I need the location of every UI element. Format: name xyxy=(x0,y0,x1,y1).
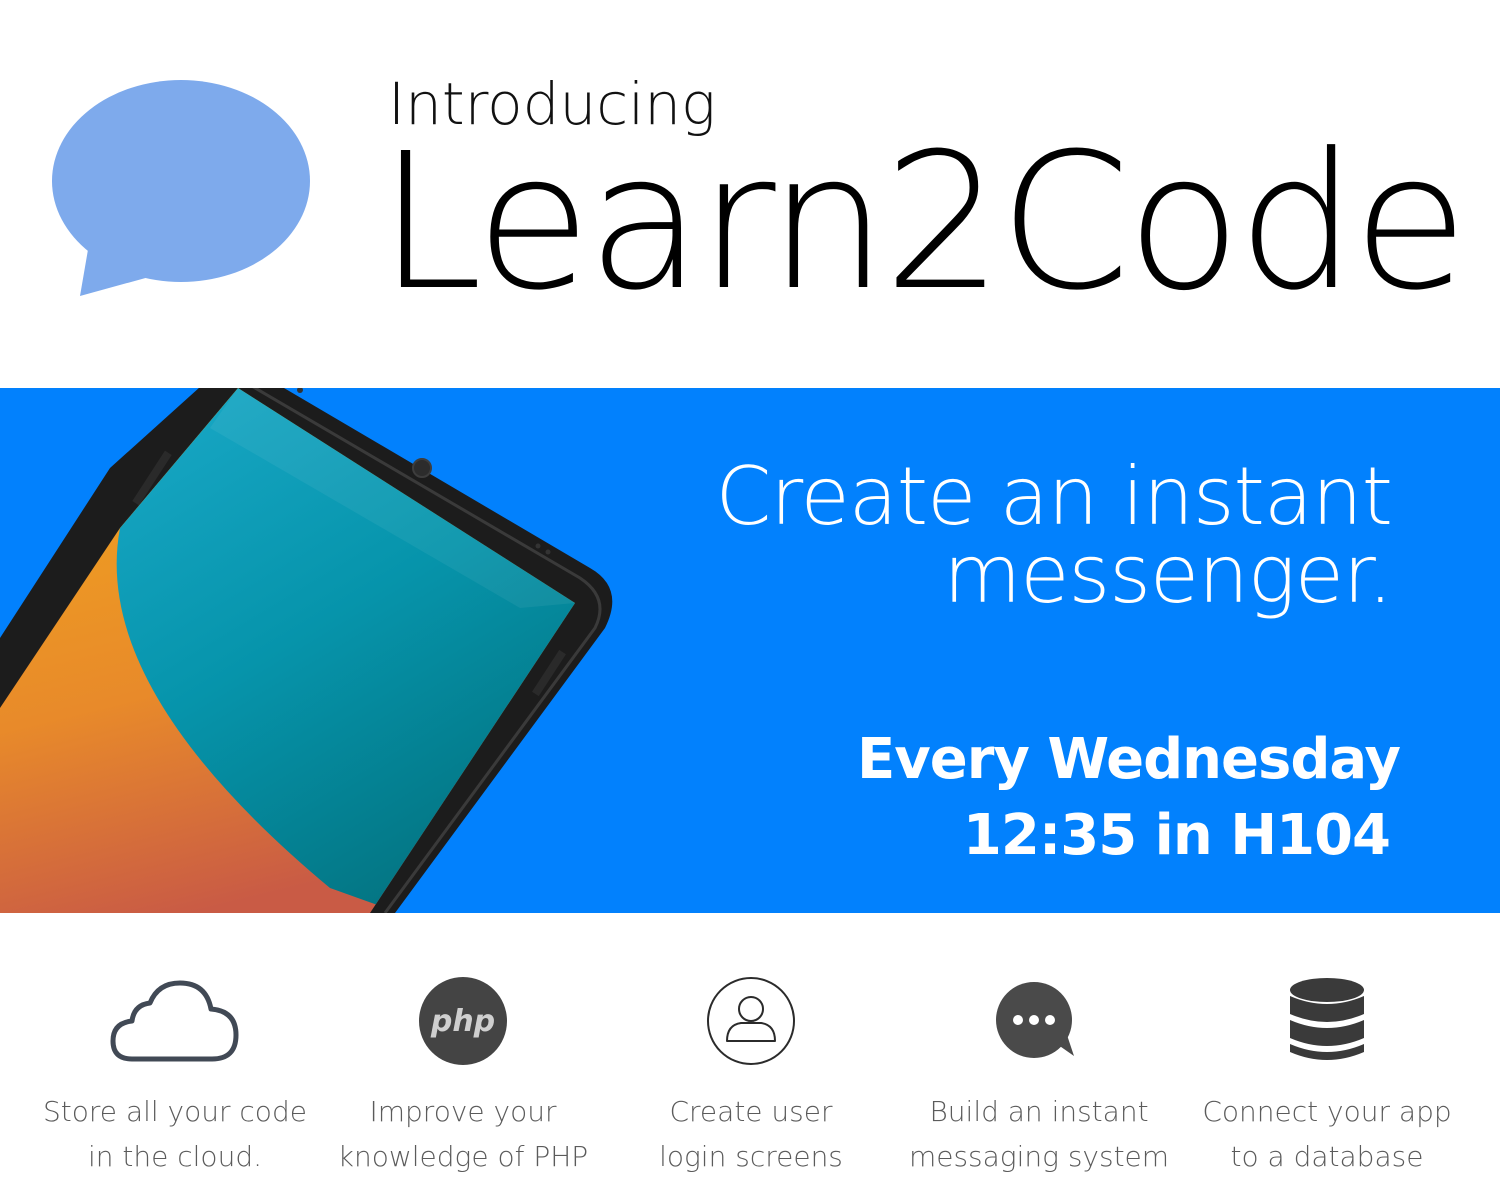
poster: Introducing Learn2Code Create an instant… xyxy=(0,0,1500,1200)
page-title: Learn2Code xyxy=(378,113,1468,332)
feature-caption: Store all your code in the cloud. xyxy=(43,1095,307,1173)
feature-caption: Improve your knowledge of PHP xyxy=(337,1095,589,1173)
database-icon xyxy=(1257,971,1397,1071)
header: Introducing Learn2Code xyxy=(0,0,1500,388)
schedule: Every Wednesday 12:35 in H104 xyxy=(856,722,1401,874)
tagline-line-2: messenger. xyxy=(943,528,1393,621)
feature-cloud: Store all your code in the cloud. xyxy=(25,913,325,1200)
tagline-line-1: Create an instant xyxy=(715,450,1393,543)
speech-bubble-icon xyxy=(52,80,310,296)
feature-caption: Connect your app to a database xyxy=(1202,1095,1452,1173)
cloud-icon xyxy=(105,971,245,1071)
chat-bubble-icon xyxy=(969,971,1109,1071)
android-phone-illustration xyxy=(0,388,613,913)
tagline: Create an instant messenger. xyxy=(715,450,1393,621)
schedule-time-room: 12:35 in H104 xyxy=(962,803,1391,868)
feature-user: Create user login screens xyxy=(601,913,901,1200)
svg-text:php: php xyxy=(430,1004,495,1039)
features-row: Store all your code in the cloud. php Im… xyxy=(0,913,1500,1200)
hero-banner: Create an instant messenger. Every Wedne… xyxy=(0,388,1500,913)
feature-messaging: Build an instant messaging system xyxy=(889,913,1189,1200)
php-icon: php xyxy=(393,971,533,1071)
feature-database: Connect your app to a database xyxy=(1177,913,1477,1200)
feature-caption: Build an instant messaging system xyxy=(908,1095,1170,1173)
schedule-day: Every Wednesday xyxy=(856,727,1401,792)
user-icon xyxy=(681,971,821,1071)
feature-caption: Create user login screens xyxy=(659,1095,843,1173)
feature-php: php Improve your knowledge of PHP xyxy=(313,913,613,1200)
